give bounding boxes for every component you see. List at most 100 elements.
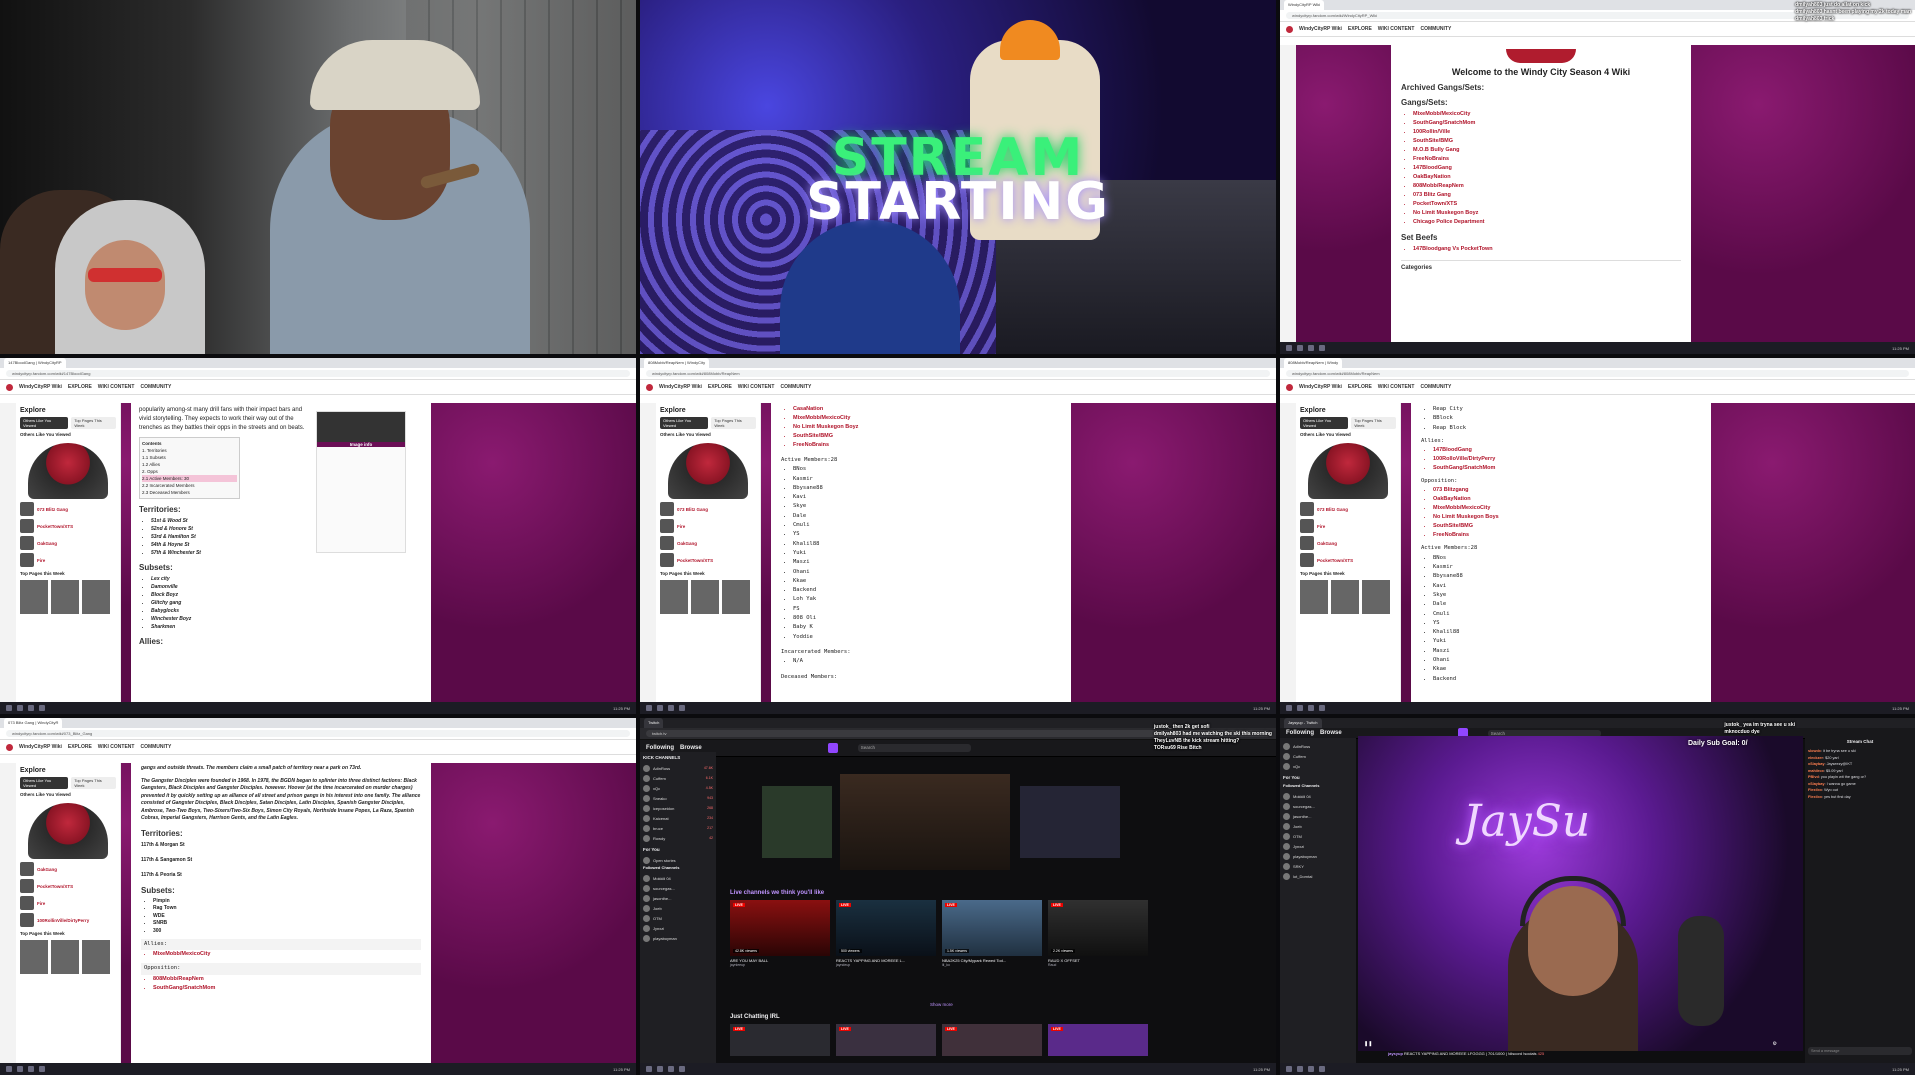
tab-wiki[interactable]: 073 Blitz Gang | WindyCityR [4, 718, 63, 728]
tab-wiki[interactable]: 808Mobb/ReapNem | Windy [1284, 358, 1343, 368]
search-input[interactable]: Search [857, 744, 971, 752]
explore-item[interactable]: Fire [660, 519, 756, 533]
chat-input[interactable]: Send a message [1808, 1047, 1912, 1055]
channel-item[interactable]: Jynxzi [1283, 841, 1353, 851]
search-icon[interactable] [1297, 345, 1303, 351]
search-icon[interactable] [657, 1066, 663, 1072]
url-field[interactable]: windycityrp.fandom.com/wiki/147BloodGang [6, 370, 630, 377]
top-page-thumb[interactable] [722, 580, 750, 614]
ally-link[interactable]: 100RolloVille/DirtyPerry [1433, 455, 1701, 464]
top-page-thumb[interactable] [1331, 580, 1359, 614]
opp-link[interactable]: 808Mobb/ReapNem [153, 975, 421, 984]
url-field[interactable]: windycityrp.fandom.com/wiki/073_Blitz_Ga… [6, 730, 630, 737]
channel-item[interactable]: xQc 4.5K [643, 783, 713, 793]
nav-explore[interactable]: EXPLORE [68, 744, 92, 750]
toc-item[interactable]: 1. Territories [142, 447, 237, 454]
explore-item[interactable]: PocketTown/XTS [660, 553, 756, 567]
fandom-logo-icon[interactable] [6, 383, 13, 391]
explore-item[interactable]: Fire [20, 553, 116, 567]
top-page-thumb[interactable] [691, 580, 719, 614]
channel-item[interactable]: xQc [1283, 761, 1353, 771]
toc-item[interactable]: 2.1 Active Members: 30 [142, 475, 237, 482]
show-more-button[interactable]: Show more [930, 1002, 953, 1007]
stream-card[interactable]: LIVE [942, 1024, 1042, 1056]
tab-wiki[interactable]: WindyCityRP Wiki [1284, 0, 1325, 10]
gang-link[interactable]: M.O.B Bully Gang [1413, 146, 1681, 155]
channel-item[interactable]: jasonthe... [1283, 811, 1353, 821]
fandom-logo-icon[interactable] [6, 743, 13, 751]
opp-link[interactable]: OakBayNation [1433, 495, 1701, 504]
toc-item[interactable]: 2.3 Deceased Members [142, 489, 237, 496]
nav-wiki-content[interactable]: WIKI CONTENT [98, 384, 135, 390]
nav-explore[interactable]: EXPLORE [1348, 26, 1372, 32]
windy-city-logo[interactable] [28, 443, 108, 499]
tab-twitch[interactable]: Twitch [644, 718, 664, 728]
wiki-site-name[interactable]: WindyCityRP Wiki [1299, 384, 1342, 390]
tab-wiki[interactable]: 808Mobb/ReapNem | WindyCity [644, 358, 710, 368]
video-tile-stream-starting[interactable]: STREAM STARTING [640, 0, 1276, 354]
channel-item[interactable]: Jynxzi [643, 923, 713, 933]
chrome-icon[interactable] [1319, 345, 1325, 351]
pause-icon[interactable]: ❚❚ [1364, 1041, 1372, 1047]
wiki-site-name[interactable]: WindyCityRP Wiki [19, 384, 62, 390]
nav-explore[interactable]: EXPLORE [1348, 384, 1372, 390]
tab-others[interactable]: Others Like You Viewed [20, 777, 69, 789]
nav-wiki-content[interactable]: WIKI CONTENT [1378, 384, 1415, 390]
tab-twitch[interactable]: Jaysyup - Twitch [1284, 718, 1322, 728]
nav-wiki-content[interactable]: WIKI CONTENT [738, 384, 775, 390]
url-field[interactable]: windycityrp.fandom.com/wiki/808Mobb/Reap… [646, 370, 1270, 377]
gang-link[interactable]: FreeNoBrains [1413, 155, 1681, 164]
top-page-thumb[interactable] [20, 940, 48, 974]
start-icon[interactable] [6, 705, 12, 711]
chrome-icon[interactable] [39, 705, 45, 711]
channel-item[interactable]: Kaicenat 234 [643, 813, 713, 823]
search-icon[interactable] [1297, 705, 1303, 711]
chrome-icon[interactable] [1319, 1066, 1325, 1072]
gang-link[interactable]: SouthSite/BMG [1413, 137, 1681, 146]
nav-community[interactable]: COMMUNITY [140, 744, 171, 750]
carousel-side-left[interactable] [762, 786, 832, 858]
explore-item[interactable]: Fire [20, 896, 116, 910]
toc-item[interactable]: 2. Opps [142, 468, 237, 475]
stream-card[interactable]: LIVE [1048, 1024, 1148, 1056]
channel-item[interactable]: Mokkiii 04 [1283, 791, 1353, 801]
gang-link[interactable]: MixeMobb/MexicoCity [1413, 110, 1681, 119]
explore-item[interactable]: 073 Blitz Gang [1300, 502, 1396, 516]
fandom-logo-icon[interactable] [1286, 383, 1293, 391]
url-field[interactable]: windycityrp.fandom.com/wiki/808Mobb/Reap… [1286, 370, 1909, 377]
chrome-icon[interactable] [679, 1066, 685, 1072]
gang-link[interactable]: No Limit Muskegon Boyz [793, 423, 1061, 432]
explore-item[interactable]: 073 Blitz Gang [20, 502, 116, 516]
tab-top-pages[interactable]: Top Pages This Week [71, 417, 116, 429]
channel-item[interactable]: sourcegas... [643, 883, 713, 893]
tab-others[interactable]: Others Like You Viewed [660, 417, 709, 429]
channel-item[interactable]: SRKY [1283, 861, 1353, 871]
nav-following[interactable]: Following [646, 745, 674, 751]
windy-city-logo[interactable] [1308, 443, 1388, 499]
stream-card[interactable]: LIVE [836, 1024, 936, 1056]
gang-link[interactable]: FreeNoBrains [793, 441, 1061, 450]
tab-wiki[interactable]: 147BloodGang | WindyCityRP [4, 358, 66, 368]
player-settings-icon[interactable]: ⚙ [1773, 1041, 1777, 1047]
top-page-thumb[interactable] [1300, 580, 1328, 614]
search-icon[interactable] [17, 1066, 23, 1072]
gang-link[interactable]: CasaNation [793, 405, 1061, 414]
top-page-thumb[interactable] [82, 580, 110, 614]
start-icon[interactable] [646, 1066, 652, 1072]
channel-item[interactable]: Rowdy 42 [643, 833, 713, 843]
top-page-thumb[interactable] [82, 940, 110, 974]
tab-top-pages[interactable]: Top Pages This Week [1351, 417, 1396, 429]
spotify-icon[interactable] [668, 1066, 674, 1072]
opp-link[interactable]: SouthGang/SnatchMom [153, 984, 421, 993]
top-page-thumb[interactable] [20, 580, 48, 614]
spotify-icon[interactable] [1308, 705, 1314, 711]
start-icon[interactable] [1286, 345, 1292, 351]
explore-item[interactable]: 100RollinVille/DirtyPerry [20, 913, 116, 927]
categories-toggle[interactable]: Categories [1401, 260, 1681, 271]
channel-item[interactable]: iceposeidon 268 [643, 803, 713, 813]
gang-link[interactable]: 073 Blitz Gang [1413, 191, 1681, 200]
gang-link[interactable]: PocketTown/XTS [1413, 200, 1681, 209]
top-page-thumb[interactable] [51, 940, 79, 974]
explore-item[interactable]: 073 Blitz Gang [660, 502, 756, 516]
channel-item[interactable]: Mokkiii 04 [643, 873, 713, 883]
